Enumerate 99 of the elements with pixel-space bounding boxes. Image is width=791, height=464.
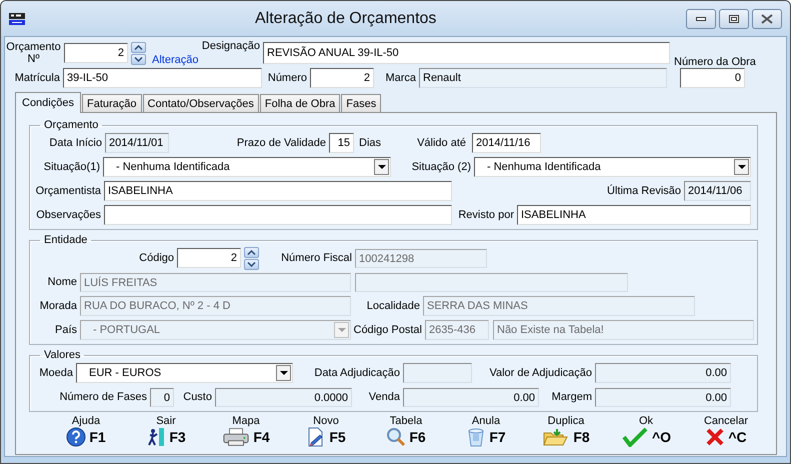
field-label: Código <box>138 252 175 264</box>
tab[interactable]: Folha de Obra <box>260 94 340 112</box>
group-title: Orçamento <box>43 119 100 131</box>
field-label: Moeda <box>38 367 74 379</box>
text-field[interactable]: 0.00 <box>595 363 731 383</box>
text-field[interactable]: 0 <box>680 68 745 88</box>
field-label: Observações <box>35 209 102 221</box>
field-label: Custo <box>182 391 213 403</box>
dropdown[interactable]: EUR - EUROS <box>76 363 293 383</box>
dropdown[interactable]: - Nenhuma Identificada <box>474 157 751 177</box>
field-label: Margem <box>550 391 593 403</box>
person-exiting-door-icon <box>146 427 166 447</box>
field-label: País <box>54 324 78 336</box>
field-label: Nome <box>46 276 78 288</box>
dropdown-arrow-icon <box>280 371 288 375</box>
maximize-icon <box>729 14 739 22</box>
chevron-down-icon <box>134 56 143 62</box>
toolbar-button[interactable]: Ok ^O <box>620 416 672 447</box>
field-label: Orçamentista <box>34 185 102 197</box>
magnifier-icon <box>386 427 406 447</box>
text-field[interactable]: 39-IL-50 <box>63 68 262 88</box>
toolbar-button[interactable]: Novo F5 <box>306 416 346 447</box>
toolbar-button[interactable]: Cancelar ^C <box>704 416 748 447</box>
maximize-button[interactable] <box>719 8 749 28</box>
text-field[interactable] <box>403 363 472 383</box>
field-label: Data Adjudicação <box>313 367 401 379</box>
field-label: Situação (2) <box>410 161 472 173</box>
spin-down-button[interactable] <box>244 258 259 270</box>
field-label: Matrícula <box>14 72 61 84</box>
field-label: Venda <box>368 391 401 403</box>
field-label: Orçamento Nº <box>5 41 62 65</box>
text-field[interactable]: 2 <box>64 43 128 63</box>
chevron-down-icon <box>247 262 256 266</box>
field-label: Localidade <box>366 300 421 312</box>
minimize-button[interactable] <box>686 8 716 28</box>
text-field[interactable]: 2014/11/06 <box>684 181 751 201</box>
tab[interactable]: Contato/Observações <box>142 94 259 112</box>
minimize-icon <box>696 16 706 20</box>
text-field[interactable]: 0.00 <box>595 388 731 406</box>
close-icon <box>705 427 726 447</box>
tab[interactable]: Fases <box>341 94 382 112</box>
text-field[interactable]: Renault <box>419 68 667 88</box>
text-field[interactable] <box>104 205 452 225</box>
field-label: Código Postal <box>352 324 423 336</box>
field-label: Número de Fases <box>58 391 148 403</box>
field-label: Número Fiscal <box>280 252 353 264</box>
unit-label: Dias <box>358 137 382 149</box>
close-button[interactable] <box>752 8 782 28</box>
text-field[interactable]: ISABELINHA <box>517 205 751 225</box>
text-field[interactable]: 2014/11/01 <box>105 133 169 153</box>
field-label: Revisto por <box>457 209 515 221</box>
help-icon <box>66 427 86 447</box>
text-field[interactable]: REVISÃO ANUAL 39-IL-50 <box>263 42 670 64</box>
checkmark-icon <box>620 427 649 447</box>
text-field[interactable]: 0.00 <box>403 388 539 406</box>
group-title: Valores <box>43 349 82 361</box>
spin-up-button[interactable] <box>131 42 146 52</box>
app-icon <box>9 12 25 24</box>
field-label: Valor de Adjudicação <box>488 367 593 379</box>
toolbar-button[interactable]: Tabela F6 <box>386 416 426 447</box>
toolbar-button[interactable]: Anula F7 <box>466 416 506 447</box>
text-field[interactable]: 15 <box>329 133 354 153</box>
tab[interactable]: Condições <box>15 92 81 113</box>
printer-icon <box>222 427 250 447</box>
chevron-up-icon <box>247 250 256 254</box>
folder-icon <box>542 427 570 447</box>
field-label: Designação <box>200 40 261 52</box>
field-label: Válido até <box>416 137 467 149</box>
text-field[interactable]: 0 <box>150 388 174 406</box>
text-field[interactable]: ISABELINHA <box>104 181 452 201</box>
dropdown-arrow-icon <box>338 328 346 332</box>
text-field[interactable]: 0.0000 <box>215 388 352 406</box>
toolbar-button[interactable]: Duplica F8 <box>542 416 590 447</box>
close-icon <box>761 14 773 24</box>
field-label: Última Revisão <box>606 185 682 197</box>
dropdown-arrow-icon <box>738 165 746 169</box>
spin-up-button[interactable] <box>244 246 259 258</box>
field-label: Prazo de Validade <box>236 137 327 149</box>
window-title: Alteração de Orçamentos <box>255 10 436 28</box>
spin-down-button[interactable] <box>131 54 146 64</box>
field-label: Número <box>266 72 308 84</box>
field-label: Data Início <box>48 137 103 149</box>
text-field[interactable]: 2014/11/16 <box>472 133 541 153</box>
group-title: Entidade <box>43 234 88 246</box>
field-label: Situação(1) <box>42 161 101 173</box>
glass-bin-icon <box>466 427 486 447</box>
toolbar-button[interactable]: Mapa F4 <box>222 416 270 447</box>
tab[interactable]: Faturação <box>82 94 142 112</box>
field-label: Morada <box>38 300 78 312</box>
dropdown[interactable]: - Nenhuma Identificada <box>103 157 391 177</box>
mode-label: Alteração <box>151 54 200 66</box>
field-label: Número da Obra <box>673 56 757 68</box>
dropdown-arrow-icon <box>378 165 386 169</box>
toolbar-button[interactable]: Ajuda F1 <box>66 416 106 447</box>
chevron-up-icon <box>134 44 143 50</box>
toolbar-button[interactable]: Sair F3 <box>146 416 186 447</box>
text-field[interactable]: 2 <box>310 68 374 88</box>
field-label: Marca <box>384 72 417 84</box>
text-field[interactable]: 2 <box>177 248 241 268</box>
